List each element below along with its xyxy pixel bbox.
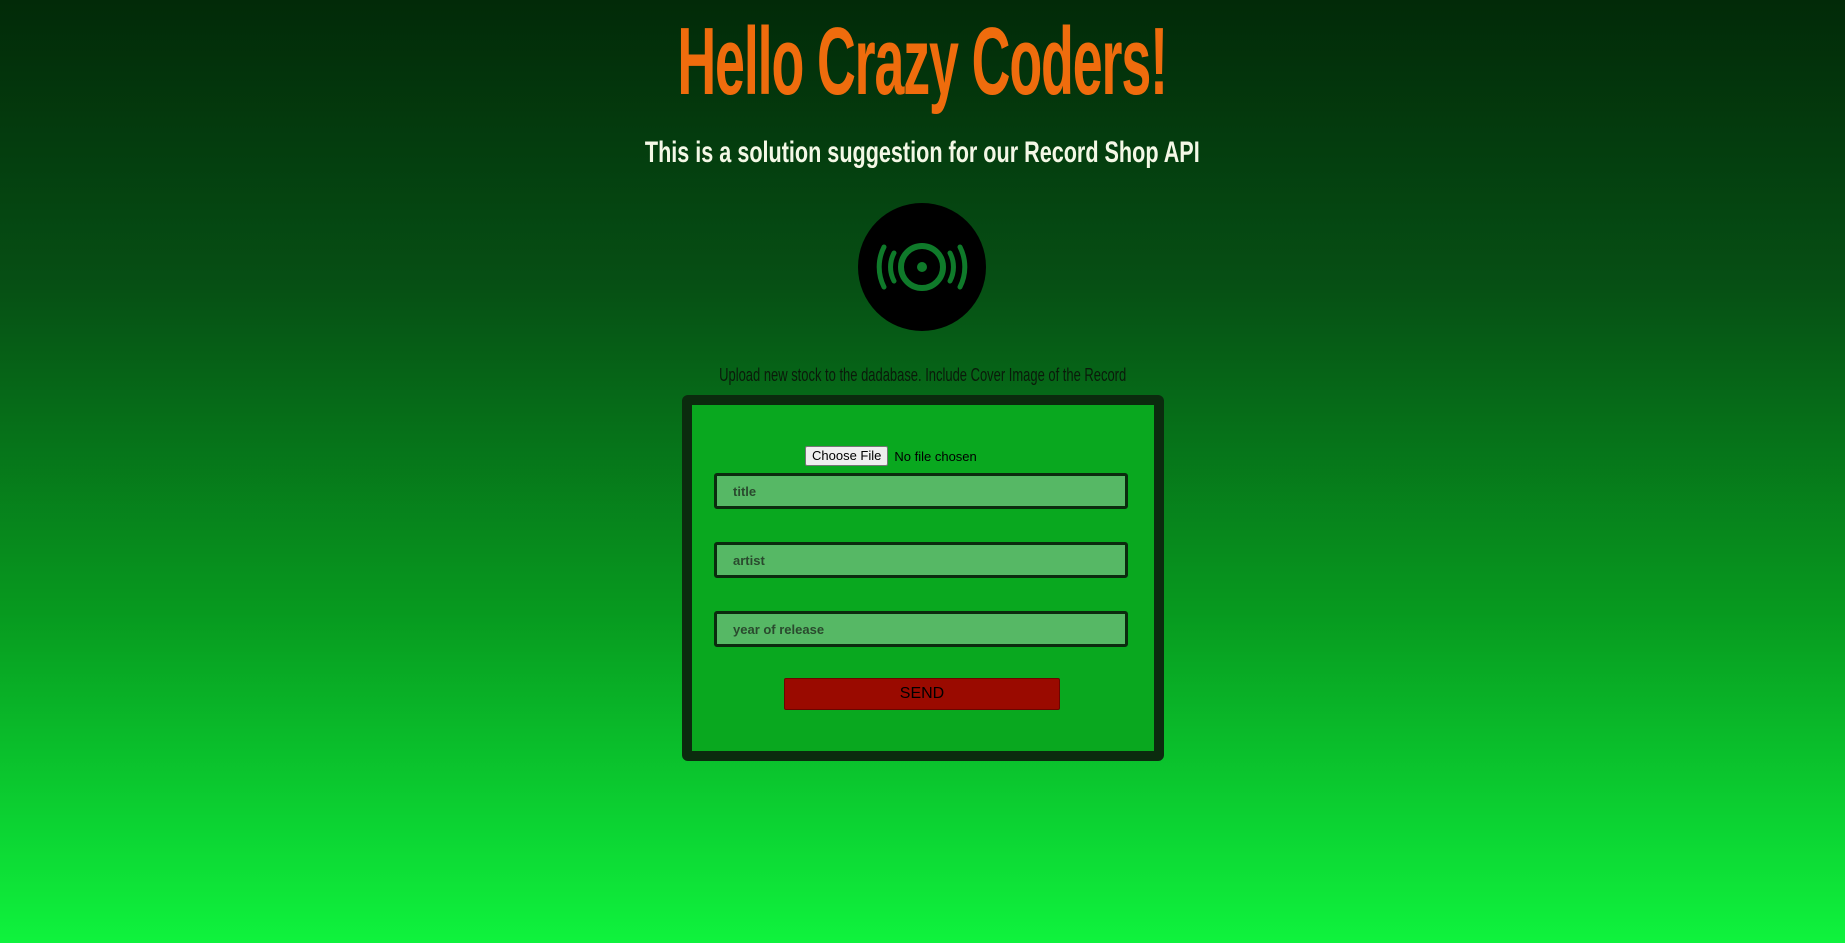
choose-file-button[interactable]: Choose File (805, 446, 889, 466)
file-upload: Choose File No file chosen (805, 445, 977, 467)
upload-form: Choose File No file chosen SEND (682, 395, 1164, 761)
title-input[interactable] (714, 473, 1128, 509)
page-subtitle-text: This is a solution suggestion for our Re… (645, 136, 1200, 169)
vinyl-record-icon (858, 203, 986, 331)
artist-input[interactable] (714, 542, 1128, 578)
page-subtitle: This is a solution suggestion for our Re… (0, 133, 1845, 173)
upload-instructions-text: Upload new stock to the dadabase. Includ… (718, 365, 1127, 385)
file-status: No file chosen (894, 448, 977, 464)
page-title: Hello Crazy Coders! (0, 2, 1845, 122)
send-button[interactable]: SEND (784, 678, 1060, 710)
page-title-text: Hello Crazy Coders! (677, 8, 1169, 115)
upload-instructions: Upload new stock to the dadabase. Includ… (0, 362, 1845, 388)
year-of-release-input[interactable] (714, 611, 1128, 647)
